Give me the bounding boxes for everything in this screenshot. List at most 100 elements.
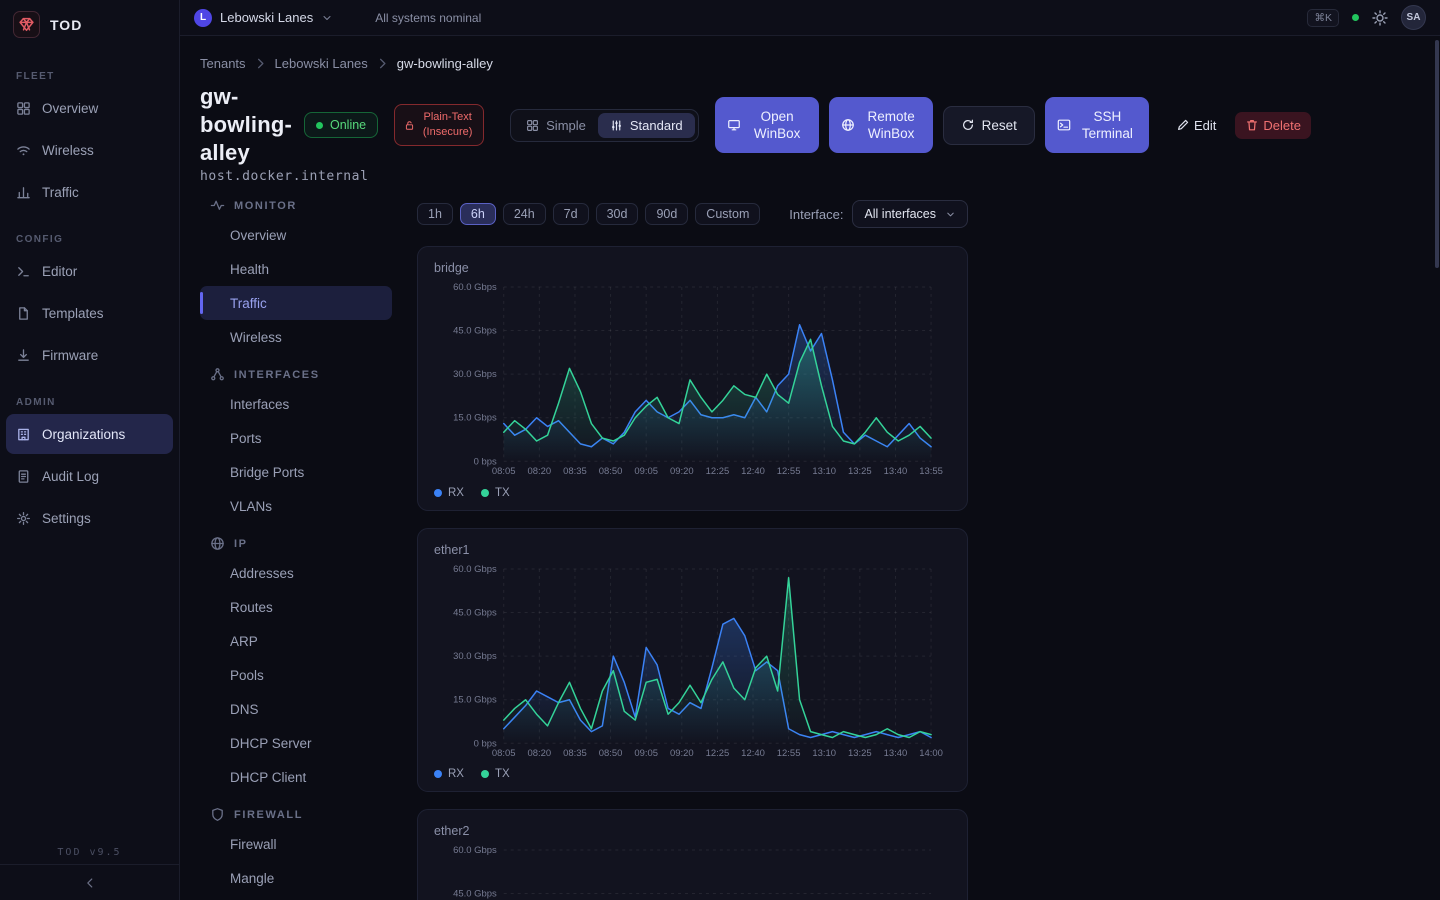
sidebar-item-label: Templates xyxy=(42,306,104,321)
range-pill-1h[interactable]: 1h xyxy=(417,203,453,225)
subnav-item-arp[interactable]: ARP xyxy=(200,624,392,658)
subnav-item-firewall[interactable]: Firewall xyxy=(200,827,392,861)
ssh-terminal-button[interactable]: SSH Terminal xyxy=(1045,97,1149,153)
svg-text:13:55: 13:55 xyxy=(919,467,943,478)
subnav-item-traffic[interactable]: Traffic xyxy=(200,286,392,320)
traffic-chart-card-ether2: ether260.0 Gbps45.0 Gbps30.0 Gbps15.0 Gb… xyxy=(417,809,968,900)
svg-text:45.0 Gbps: 45.0 Gbps xyxy=(453,607,497,618)
delete-button[interactable]: Delete xyxy=(1235,112,1311,139)
sidebar-item-audit-log[interactable]: Audit Log xyxy=(6,456,173,496)
sidebar-nav: FLEETOverviewWirelessTrafficCONFIGEditor… xyxy=(0,71,179,538)
svg-text:45.0 Gbps: 45.0 Gbps xyxy=(453,888,497,899)
terminal-window-icon xyxy=(1057,118,1071,132)
subnav-item-wireless[interactable]: Wireless xyxy=(200,320,392,354)
range-pill-6h[interactable]: 6h xyxy=(460,203,496,225)
chevron-down-icon xyxy=(321,12,333,24)
range-pill-30d[interactable]: 30d xyxy=(596,203,639,225)
breadcrumb-item-tenants[interactable]: Tenants xyxy=(200,56,246,71)
range-pill-90d[interactable]: 90d xyxy=(645,203,688,225)
delete-label: Delete xyxy=(1263,118,1301,133)
sidebar-item-label: Organizations xyxy=(42,427,125,442)
subnav-item-overview[interactable]: Overview xyxy=(200,218,392,252)
open-winbox-label: Open WinBox xyxy=(748,108,806,143)
app-logo[interactable] xyxy=(13,11,40,38)
theme-toggle-sun-icon[interactable] xyxy=(1372,10,1388,26)
subnav-item-bridge-ports[interactable]: Bridge Ports xyxy=(200,455,392,489)
globe-icon xyxy=(841,118,855,132)
remote-winbox-button[interactable]: Remote WinBox xyxy=(829,97,933,153)
subnav-item-interfaces[interactable]: Interfaces xyxy=(200,387,392,421)
subnav-item-mangle[interactable]: Mangle xyxy=(200,861,392,895)
sidebar-item-label: Audit Log xyxy=(42,469,99,484)
chart-plot-ether2: 60.0 Gbps45.0 Gbps30.0 Gbps15.0 Gbps0 bp… xyxy=(432,843,953,900)
sidebar-item-overview[interactable]: Overview xyxy=(6,88,173,128)
subnav-item-routes[interactable]: Routes xyxy=(200,590,392,624)
legend-label: RX xyxy=(448,487,464,499)
online-status-badge: Online xyxy=(304,112,378,138)
svg-text:08:35: 08:35 xyxy=(563,748,587,759)
sidebar-section-config: CONFIG xyxy=(16,234,163,245)
legend-dot-icon xyxy=(434,770,442,778)
subnav-item-pools[interactable]: Pools xyxy=(200,658,392,692)
building-icon xyxy=(16,427,31,442)
svg-text:60.0 Gbps: 60.0 Gbps xyxy=(453,845,497,856)
sidebar-item-editor[interactable]: Editor xyxy=(6,251,173,291)
range-pill-24h[interactable]: 24h xyxy=(503,203,546,225)
svg-text:12:55: 12:55 xyxy=(777,467,801,478)
svg-text:30.0 Gbps: 30.0 Gbps xyxy=(453,651,497,662)
open-winbox-button[interactable]: Open WinBox xyxy=(715,97,819,153)
tenant-switcher[interactable]: L Lebowski Lanes xyxy=(194,9,333,27)
main-content: TenantsLebowski Lanesgw-bowling-alley gw… xyxy=(180,36,1440,900)
svg-text:12:25: 12:25 xyxy=(706,748,730,759)
svg-text:13:40: 13:40 xyxy=(884,467,908,478)
subnav-item-ports[interactable]: Ports xyxy=(200,421,392,455)
svg-text:09:20: 09:20 xyxy=(670,467,694,478)
svg-text:12:40: 12:40 xyxy=(741,467,765,478)
subnav-item-dhcp-server[interactable]: DHCP Server xyxy=(200,726,392,760)
range-pill-7d[interactable]: 7d xyxy=(553,203,589,225)
layout-grid-icon xyxy=(526,119,539,132)
sidebar-item-label: Traffic xyxy=(42,185,79,200)
vertical-scrollbar[interactable] xyxy=(1435,40,1439,268)
subnav-item-vlans[interactable]: VLANs xyxy=(200,489,392,523)
legend-dot-icon xyxy=(434,489,442,497)
chevron-left-icon xyxy=(83,876,97,890)
range-pill-custom[interactable]: Custom xyxy=(695,203,760,225)
app-name: TOD xyxy=(50,17,82,33)
sidebar-item-wireless[interactable]: Wireless xyxy=(6,130,173,170)
sidebar-item-templates[interactable]: Templates xyxy=(6,293,173,333)
device-header: gw-bowling-alley Online Plain-Text (Inse… xyxy=(200,83,1440,167)
sidebar-item-firmware[interactable]: Firmware xyxy=(6,335,173,375)
wifi-icon xyxy=(16,143,31,158)
command-palette-shortcut[interactable]: ⌘K xyxy=(1307,9,1339,27)
legend-label: TX xyxy=(495,768,510,780)
tenant-avatar: L xyxy=(194,9,212,27)
chevron-right-icon xyxy=(253,56,268,71)
subnav-item-addresses[interactable]: Addresses xyxy=(200,556,392,590)
legend-label: TX xyxy=(495,487,510,499)
subnav-item-health[interactable]: Health xyxy=(200,252,392,286)
sidebar-item-label: Firmware xyxy=(42,348,98,363)
traffic-chart-card-ether1: ether160.0 Gbps45.0 Gbps30.0 Gbps15.0 Gb… xyxy=(417,528,968,792)
chart-plot-bridge: 60.0 Gbps45.0 Gbps30.0 Gbps15.0 Gbps0 bp… xyxy=(432,280,953,481)
sidebar-item-traffic[interactable]: Traffic xyxy=(6,172,173,212)
user-avatar[interactable]: SA xyxy=(1401,5,1426,30)
view-toggle-standard[interactable]: Standard xyxy=(598,113,695,138)
sidebar-collapse-button[interactable] xyxy=(0,864,179,900)
subnav-item-dhcp-client[interactable]: DHCP Client xyxy=(200,760,392,794)
sidebar-item-organizations[interactable]: Organizations xyxy=(6,414,173,454)
svg-text:13:25: 13:25 xyxy=(848,748,872,759)
svg-text:08:50: 08:50 xyxy=(599,748,623,759)
breadcrumb-item-lebowski-lanes[interactable]: Lebowski Lanes xyxy=(275,56,368,71)
subnav-item-dns[interactable]: DNS xyxy=(200,692,392,726)
legend-item-tx: TX xyxy=(481,487,510,499)
svg-text:13:10: 13:10 xyxy=(812,748,836,759)
sidebar-item-settings[interactable]: Settings xyxy=(6,498,173,538)
svg-text:08:50: 08:50 xyxy=(599,467,623,478)
device-host: host.docker.internal xyxy=(200,169,1440,184)
view-mode-toggle: Simple Standard xyxy=(510,109,699,142)
reset-button[interactable]: Reset xyxy=(943,106,1035,145)
edit-button[interactable]: Edit xyxy=(1167,112,1225,139)
view-toggle-simple[interactable]: Simple xyxy=(514,113,598,138)
interface-select[interactable]: All interfaces xyxy=(852,200,968,228)
